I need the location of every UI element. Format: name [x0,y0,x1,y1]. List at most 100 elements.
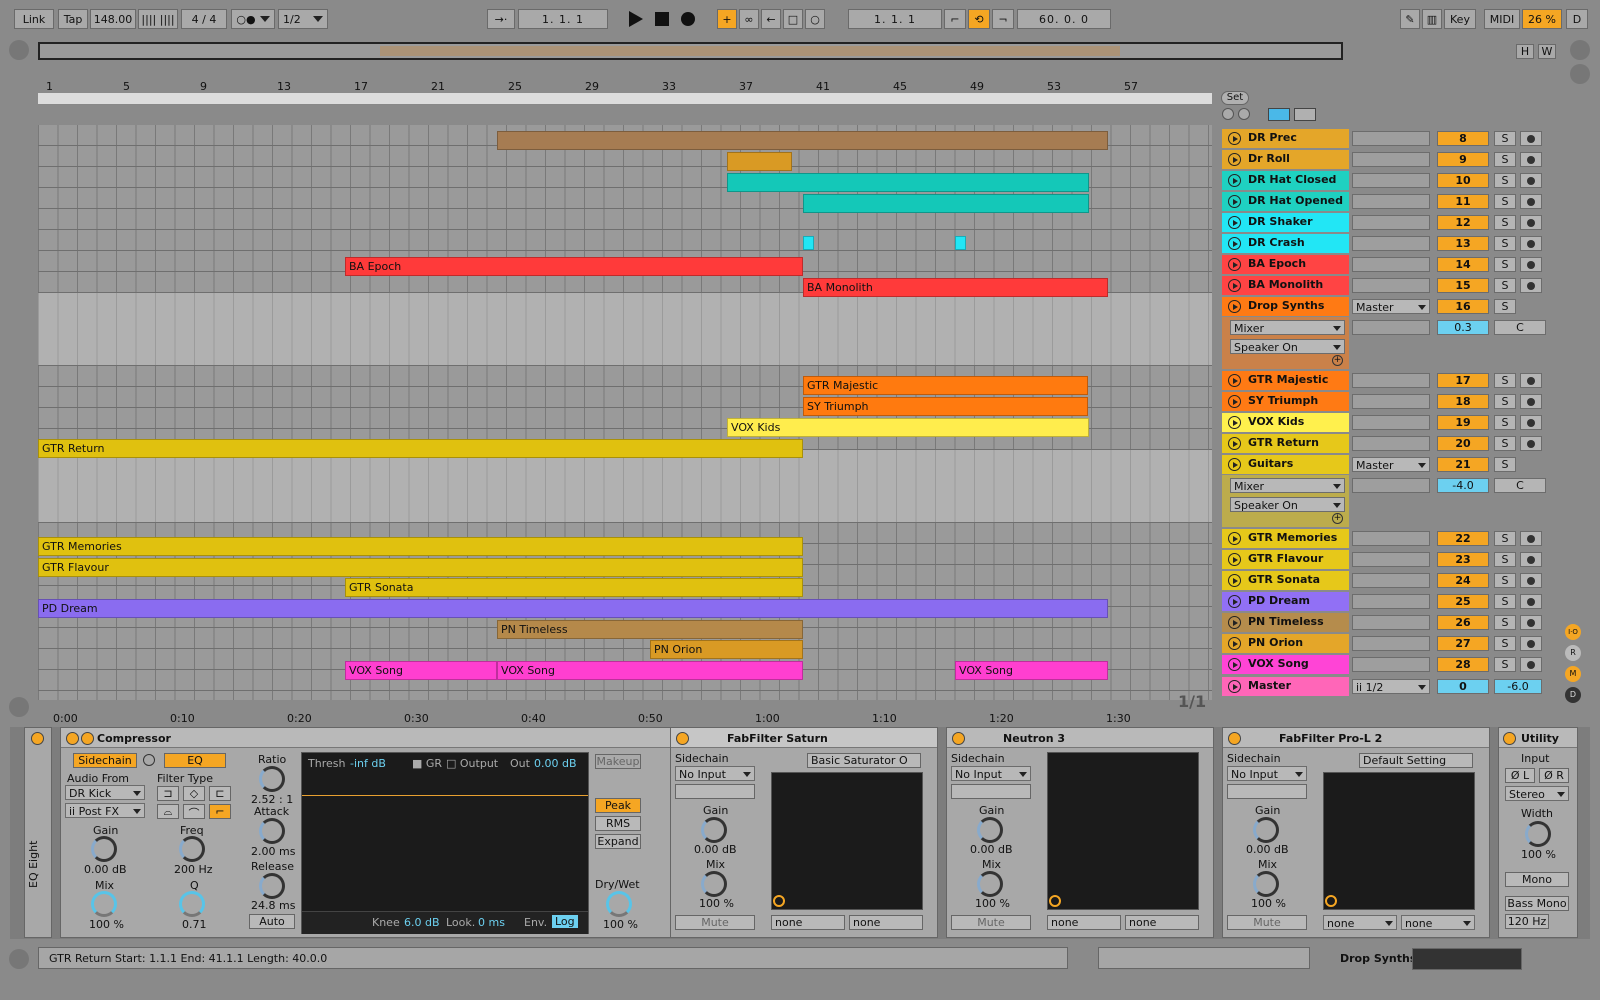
add-automation-icon[interactable]: + [1332,513,1343,524]
device-chain-select[interactable]: Mixer [1230,478,1345,493]
filter-bandpass-button[interactable]: ◇ [183,786,205,801]
group-pan-field[interactable]: C [1494,478,1546,493]
track-header[interactable]: GTR Return 20 S [1222,433,1562,454]
stop-button[interactable] [655,12,669,26]
saturn-input-select[interactable]: No Input [675,766,755,781]
clip[interactable]: SY Triumph [803,397,1088,416]
solo-button[interactable]: S [1494,594,1516,609]
rack-power-icon[interactable] [31,732,44,745]
filter-highpass-button[interactable]: ⊏ [209,786,231,801]
track-name[interactable]: VOX Kids [1222,413,1349,432]
lock-icon[interactable] [1294,108,1316,121]
clip-slot[interactable] [1352,394,1430,409]
neutron-gain-knob[interactable] [977,817,1003,843]
mixer-toggle-icon[interactable]: M [1565,666,1581,682]
track-activator-icon[interactable] [1228,458,1241,471]
neutron-mute-button[interactable]: Mute [951,915,1031,930]
solo-button[interactable]: S [1494,173,1516,188]
track-header[interactable]: DR Shaker 12 S [1222,212,1562,233]
auto-release-button[interactable]: Auto [249,914,295,929]
tempo-field[interactable]: 148.00 [90,9,136,29]
saturn-device[interactable]: FabFilter Saturn Sidechain No Input Gain… [670,727,938,938]
saturn-power-icon[interactable] [676,732,689,745]
track-name[interactable]: Master [1222,677,1349,696]
arm-record-button[interactable] [1520,215,1542,230]
track-activator-icon[interactable] [1228,532,1241,545]
track-name[interactable]: PN Orion [1222,634,1349,653]
prol2-mix-knob[interactable] [1253,871,1279,897]
utility-power-icon[interactable] [1503,732,1516,745]
prol2-preset-select[interactable]: Default Setting [1359,753,1473,768]
arrangement-position[interactable]: 1. 1. 1 [518,9,608,29]
clip-slot[interactable] [1352,257,1430,272]
track-volume-field[interactable]: 15 [1437,278,1489,293]
solo-button[interactable]: S [1494,657,1516,672]
time-ruler[interactable]: 0:00 0:10 0:20 0:30 0:40 0:50 1:00 1:10 1:20 1:30 [38,712,1212,726]
tempo-nudge[interactable]: |||| |||| [138,9,178,29]
track-activator-icon[interactable] [1228,195,1241,208]
track-activator-icon[interactable] [1228,680,1241,693]
track-volume-field[interactable]: 9 [1437,152,1489,167]
clip[interactable]: VOX Kids [727,418,1089,437]
track-name[interactable]: PD Dream [1222,592,1349,611]
clip[interactable] [727,152,792,171]
saturn-title-bar[interactable]: FabFilter Saturn [671,728,937,748]
track-activator-icon[interactable] [1228,637,1241,650]
clip[interactable]: GTR Majestic [803,376,1088,395]
record-button[interactable] [681,12,695,26]
session-record-button[interactable]: ○ [805,9,825,29]
solo-button[interactable]: S [1494,636,1516,651]
punch-in-button[interactable]: ⌐ [944,9,966,29]
saturn-gain-knob[interactable] [701,817,727,843]
neutron-macro-1[interactable]: none [1047,915,1121,930]
track-name[interactable]: VOX Song [1222,655,1349,674]
headphone-icon[interactable] [143,754,155,766]
clip[interactable]: BA Epoch [345,257,803,276]
tap-button[interactable]: Tap [58,9,88,29]
speaker-select[interactable]: Speaker On [1230,497,1345,512]
eq-eight-rack[interactable]: EQ Eight [24,727,52,938]
overview-w-button[interactable]: W [1538,44,1556,59]
solo-button[interactable]: S [1494,299,1516,314]
env-value[interactable]: Log [552,915,578,928]
track-activator-icon[interactable] [1228,616,1241,629]
prev-locator-icon[interactable] [1222,108,1234,120]
arm-record-button[interactable] [1520,194,1542,209]
track-header[interactable]: PN Timeless 26 S [1222,612,1562,633]
clip[interactable]: VOX Song [345,661,497,680]
clip-slot[interactable] [1352,215,1430,230]
compressor-device[interactable]: Compressor Sidechain EQ Audio From DR Ki… [60,727,674,938]
output-routing-select[interactable]: ii 1/2 [1352,679,1430,694]
track-volume-field[interactable]: 14 [1437,257,1489,272]
sub-slot[interactable] [1352,478,1430,493]
prol2-sidechain-slot[interactable] [1227,784,1307,799]
clip[interactable]: VOX Song [497,661,803,680]
track-activator-icon[interactable] [1228,174,1241,187]
beat-ruler[interactable]: 1 5 9 13 17 21 25 29 33 37 41 45 49 53 57 [38,78,1212,93]
makeup-button[interactable]: Makeup [595,754,641,769]
track-volume-field[interactable]: 24 [1437,573,1489,588]
filter-notch-button[interactable]: ⌓ [157,804,179,819]
clip-slot[interactable] [1352,131,1430,146]
ratio-knob[interactable] [259,766,285,792]
clip[interactable]: GTR Memories [38,537,803,556]
overdub-button[interactable]: + [717,9,737,29]
arm-record-button[interactable] [1520,257,1542,272]
track-volume-field[interactable]: 21 [1437,457,1489,472]
bass-mono-button[interactable]: Bass Mono [1505,896,1569,911]
look-value[interactable]: 0 ms [478,916,505,929]
output-checkbox[interactable]: □ Output [446,757,498,770]
arm-record-button[interactable] [1520,373,1542,388]
punch-out-button[interactable]: ¬ [992,9,1014,29]
output-routing-select[interactable]: Master [1352,457,1430,472]
midi-map-button[interactable]: MIDI [1484,9,1520,29]
phase-right-button[interactable]: Ø R [1539,768,1569,783]
delay-toggle-icon[interactable]: D [1565,687,1581,703]
prol2-plugin-display[interactable] [1323,772,1475,910]
neutron-macro-2[interactable]: none [1125,915,1199,930]
clip-fragment[interactable] [803,236,814,250]
overview-h-button[interactable]: H [1516,44,1534,59]
compressor-display[interactable]: Thresh -inf dB ■ GR □ Output Out 0.00 dB… [301,752,589,934]
arrangement-view[interactable]: BA Epoch BA Monolith GTR Majestic SY Triump… [38,125,1212,700]
back-to-arrangement-button[interactable]: ← [761,9,781,29]
